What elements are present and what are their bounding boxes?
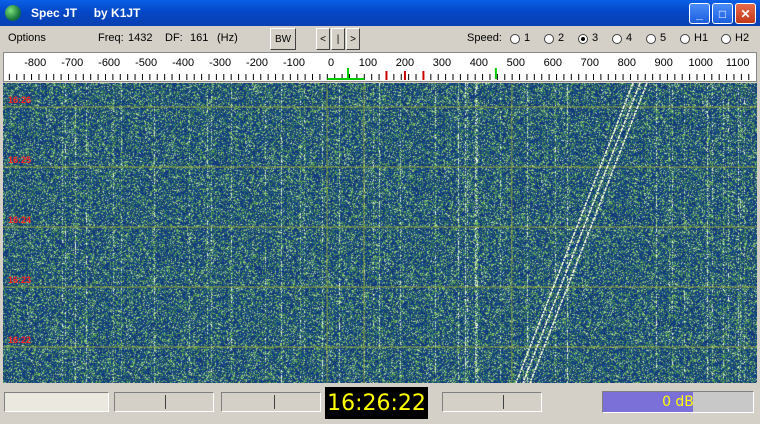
speed-radio-h1[interactable] — [680, 34, 690, 44]
maximize-button[interactable]: □ — [712, 3, 733, 24]
time-label: 16:24 — [8, 215, 31, 225]
frequency-scale: -800 -700 -600 -500 -400 -300 -200 -100 0 100 200 3… — [3, 52, 757, 82]
speed-label: Speed: — [467, 32, 502, 44]
time-label: 16:25 — [8, 155, 31, 165]
scale-tick-label: 900 — [655, 57, 673, 69]
minimize-button[interactable]: _ — [689, 3, 710, 24]
time-label: 16:26 — [8, 95, 31, 105]
scale-tick-label: -400 — [172, 57, 194, 69]
waterfall-overlay: 16:26 16:25 16:24 16:23 16:22 — [3, 83, 757, 383]
time-label: 16:22 — [8, 335, 31, 345]
slider-1-thumb[interactable] — [165, 395, 166, 409]
scale-tick-label: 600 — [544, 57, 562, 69]
scale-tick-label: -700 — [61, 57, 83, 69]
scale-tick-label: -800 — [24, 57, 46, 69]
speed-radio-3[interactable] — [578, 34, 588, 44]
slider-3[interactable] — [442, 392, 542, 412]
speed-radio-1[interactable] — [510, 34, 520, 44]
df-label: DF: — [165, 32, 183, 44]
speed-radio-4[interactable] — [612, 34, 622, 44]
signal-trace — [515, 83, 634, 383]
options-menu[interactable]: Options — [8, 32, 46, 44]
close-button[interactable]: ✕ — [735, 3, 756, 24]
speed-option-label: 2 — [558, 32, 565, 44]
scale-tick-label: -300 — [209, 57, 231, 69]
nav-center-button[interactable]: | — [331, 28, 345, 50]
df-value: 161 — [190, 32, 209, 44]
scale-tick-label: 800 — [618, 57, 636, 69]
waterfall-display[interactable]: 16:26 16:25 16:24 16:23 16:22 — [3, 83, 757, 383]
speed-radio-h2[interactable] — [721, 34, 731, 44]
slider-2-thumb[interactable] — [274, 395, 275, 409]
status-bar: 16:26:22 0 dB — [0, 385, 760, 424]
speed-option-label: H1 — [694, 32, 709, 44]
frequency-scale-svg: -800 -700 -600 -500 -400 -300 -200 -100 0 100 200 3… — [8, 57, 750, 80]
speed-option-label: H2 — [735, 32, 750, 44]
scale-tick-label: -200 — [246, 57, 268, 69]
scale-tick-label: 1000 — [688, 57, 712, 69]
df-unit: (Hz) — [217, 32, 238, 44]
scale-tick-label: -500 — [135, 57, 157, 69]
time-label: 16:23 — [8, 275, 31, 285]
signal-trace — [529, 83, 648, 383]
speed-radio-2[interactable] — [544, 34, 554, 44]
toolbar: Options Freq: 1432 DF: 161 (Hz) BW < | >… — [0, 26, 760, 52]
freq-value: 1432 — [128, 32, 153, 44]
speed-option-label: 4 — [626, 32, 633, 44]
freq-label: Freq: — [98, 32, 124, 44]
slider-2[interactable] — [221, 392, 321, 412]
scale-tick-label: 1100 — [726, 57, 750, 69]
bw-button[interactable]: BW — [270, 28, 296, 50]
scale-tick-label: 300 — [433, 57, 451, 69]
status-panel-1 — [4, 392, 109, 412]
scale-tick-label: 500 — [507, 57, 525, 69]
scale-tick-label: 700 — [581, 57, 599, 69]
clock-display: 16:26:22 — [325, 387, 428, 419]
level-meter-text: 0 dB — [662, 394, 694, 410]
nav-left-button[interactable]: < — [316, 28, 330, 50]
slider-3-thumb[interactable] — [503, 395, 504, 409]
scale-tick-label: 200 — [396, 57, 414, 69]
window-controls: _ □ ✕ — [689, 3, 756, 24]
speed-radio-5[interactable] — [646, 34, 656, 44]
speed-option-label: 5 — [660, 32, 667, 44]
nav-right-button[interactable]: > — [346, 28, 360, 50]
scale-tick-label: -600 — [98, 57, 120, 69]
slider-1[interactable] — [114, 392, 214, 412]
scale-tick-label: 400 — [470, 57, 488, 69]
scale-tick-label: -100 — [283, 57, 305, 69]
window-title: Spec JT by K1JT — [31, 6, 141, 20]
scale-tick-label: 100 — [359, 57, 377, 69]
title-bar: Spec JT by K1JT _ □ ✕ — [0, 0, 760, 26]
speed-option-label: 3 — [592, 32, 599, 44]
signal-trace — [522, 83, 641, 383]
scale-tick-label: 0 — [328, 57, 334, 69]
level-meter: 0 dB — [602, 391, 754, 413]
app-globe-icon[interactable] — [5, 5, 21, 21]
speed-option-label: 1 — [524, 32, 531, 44]
